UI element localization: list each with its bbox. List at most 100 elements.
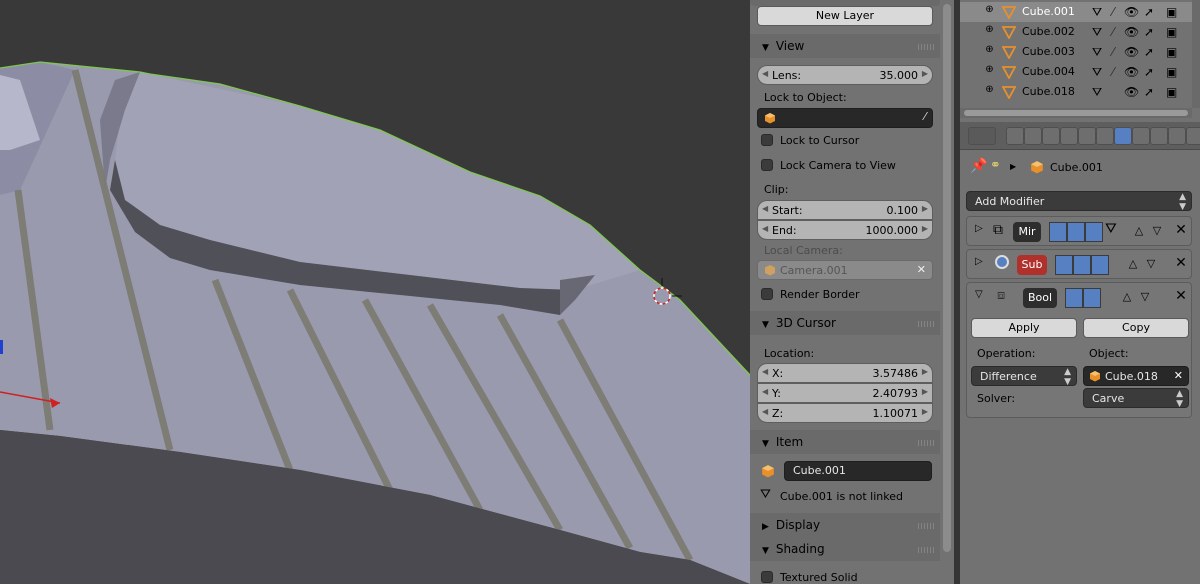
expand-plus-icon[interactable]: ⊕: [984, 45, 995, 56]
expand-arrow-icon[interactable]: ▷: [975, 256, 983, 267]
expand-plus-icon[interactable]: ⊕: [984, 25, 995, 36]
eye-icon[interactable]: 👁: [1124, 25, 1139, 39]
outliner-item[interactable]: ⊕ Cube.003 ⛛ ⁄ 👁 ➚ ▣: [960, 42, 1192, 62]
properties-editor[interactable]: 📌 ⚭ ▶ Cube.001 Add Modifier ▲ ▼ ▷ ⧉ Mir ⛛…: [960, 122, 1200, 584]
cursor-z-field[interactable]: ◀ Z: 1.10071 ▶: [757, 403, 933, 423]
outliner-vscrollbar[interactable]: [1192, 0, 1200, 108]
decrement-arrow-icon[interactable]: ◀: [762, 407, 768, 416]
select-arrow-icon[interactable]: ➚: [1144, 65, 1154, 79]
render-camera-icon[interactable]: ▣: [1166, 45, 1177, 59]
expand-arrow-icon[interactable]: ▷: [975, 223, 983, 234]
layers-tab-icon[interactable]: [1024, 127, 1042, 145]
viewport-toggle-icon[interactable]: [1073, 255, 1091, 275]
viewport-toggle-icon[interactable]: [1083, 288, 1101, 308]
eye-icon[interactable]: 👁: [1124, 45, 1139, 59]
render-camera-icon[interactable]: ▣: [1166, 5, 1177, 19]
render-tab-icon[interactable]: [1006, 127, 1024, 145]
render-toggle-icon[interactable]: [1049, 222, 1067, 242]
remove-modifier-icon[interactable]: ✕: [1173, 288, 1189, 306]
pin-icon[interactable]: 📌: [970, 158, 987, 174]
object-field[interactable]: Cube.018 ✕: [1083, 366, 1189, 386]
3d-cursor-section-header[interactable]: ▼ 3D Cursor: [750, 311, 940, 335]
render-camera-icon[interactable]: ▣: [1166, 65, 1177, 79]
world-tab-icon[interactable]: [1060, 127, 1078, 145]
render-toggle-icon[interactable]: [1055, 255, 1073, 275]
viewport-toggle-icon[interactable]: [1067, 222, 1085, 242]
increment-arrow-icon[interactable]: ▶: [922, 69, 928, 78]
modifier-name-field[interactable]: Bool: [1023, 288, 1057, 308]
decrement-arrow-icon[interactable]: ◀: [762, 204, 768, 213]
operation-dropdown[interactable]: Difference ▲ ▼: [971, 366, 1077, 387]
item-section-header[interactable]: ▼ Item: [750, 430, 940, 454]
cursor-x-field[interactable]: ◀ X: 3.57486 ▶: [757, 363, 933, 383]
eyedropper-icon[interactable]: ⁄: [924, 110, 926, 123]
render-camera-icon[interactable]: ▣: [1166, 85, 1177, 99]
outliner-item[interactable]: ⊕ Cube.001 ⛛ ⁄ 👁 ➚ ▣: [960, 2, 1192, 22]
3d-viewport[interactable]: [0, 0, 750, 584]
select-arrow-icon[interactable]: ➚: [1144, 5, 1154, 19]
select-arrow-icon[interactable]: ➚: [1144, 85, 1154, 99]
increment-arrow-icon[interactable]: ▶: [922, 204, 928, 213]
scrollbar-thumb[interactable]: [964, 110, 1188, 116]
editmode-toggle-icon[interactable]: [1085, 222, 1103, 242]
properties-sidebar[interactable]: New Layer ▼ View ◀ Lens: 35.000 ▶ Lock t…: [750, 0, 940, 584]
data-tab-icon[interactable]: [1132, 127, 1150, 145]
outliner-item[interactable]: ⊕ Cube.002 ⛛ ⁄ 👁 ➚ ▣: [960, 22, 1192, 42]
local-camera-field[interactable]: Camera.001 ✕: [757, 260, 933, 280]
texture-tab-icon[interactable]: [1168, 127, 1186, 145]
copy-button[interactable]: Copy: [1083, 318, 1189, 338]
modifier-panel-mirror[interactable]: ▷ ⧉ Mir ⛛ △ ▽ ✕: [966, 216, 1192, 246]
scene-tab-icon[interactable]: [1042, 127, 1060, 145]
clip-end-field[interactable]: ◀ End: 1000.000 ▶: [757, 220, 933, 240]
cage-toggle-icon[interactable]: ⛛: [1105, 221, 1117, 237]
eye-icon[interactable]: 👁: [1124, 65, 1139, 79]
lock-to-cursor-checkbox[interactable]: [761, 134, 773, 146]
cursor-y-field[interactable]: ◀ Y: 2.40793 ▶: [757, 383, 933, 403]
modifier-name-field[interactable]: Mir: [1013, 222, 1041, 242]
editor-type-icon[interactable]: [968, 127, 996, 145]
select-arrow-icon[interactable]: ➚: [1144, 25, 1154, 39]
collapse-arrow-icon[interactable]: ▽: [975, 289, 983, 300]
outliner-hscrollbar[interactable]: [960, 108, 1192, 118]
display-section-header[interactable]: ▶ Display: [750, 513, 940, 537]
move-up-icon[interactable]: △: [1119, 289, 1135, 305]
clear-x-icon[interactable]: ✕: [1174, 369, 1183, 382]
outliner[interactable]: ⊕ Cube.001 ⛛ ⁄ 👁 ➚ ▣ ⊕ Cube.002 ⛛ ⁄ 👁 ➚ …: [960, 0, 1200, 122]
lock-camera-to-view-checkbox[interactable]: [761, 159, 773, 171]
sidebar-scrollbar[interactable]: [940, 0, 954, 584]
drag-grip-icon[interactable]: [918, 44, 934, 50]
render-toggle-icon[interactable]: [1065, 288, 1083, 308]
render-border-checkbox[interactable]: [761, 288, 773, 300]
object-tab-icon[interactable]: [1078, 127, 1096, 145]
move-up-icon[interactable]: △: [1131, 223, 1147, 239]
modifier-name-field[interactable]: Sub: [1017, 255, 1047, 275]
particles-tab-icon[interactable]: [1186, 127, 1200, 145]
clip-start-field[interactable]: ◀ Start: 0.100 ▶: [757, 200, 933, 220]
modifier-panel-subsurf[interactable]: ▷ Sub △ ▽ ✕: [966, 249, 1192, 279]
increment-arrow-icon[interactable]: ▶: [922, 407, 928, 416]
modifier-panel-boolean[interactable]: ▽ ⧈ Bool △ ▽ ✕ Apply Copy Operation: Obj…: [966, 282, 1192, 418]
increment-arrow-icon[interactable]: ▶: [922, 224, 928, 233]
material-tab-icon[interactable]: [1150, 127, 1168, 145]
decrement-arrow-icon[interactable]: ◀: [762, 387, 768, 396]
clear-x-icon[interactable]: ✕: [917, 263, 926, 276]
drag-grip-icon[interactable]: [918, 440, 934, 446]
increment-arrow-icon[interactable]: ▶: [922, 387, 928, 396]
apply-button[interactable]: Apply: [971, 318, 1077, 338]
expand-plus-icon[interactable]: ⊕: [984, 65, 995, 76]
textured-solid-checkbox[interactable]: [761, 571, 773, 583]
drag-grip-icon[interactable]: [918, 547, 934, 553]
eye-icon[interactable]: 👁: [1124, 5, 1139, 19]
modifiers-tab-icon[interactable]: [1114, 127, 1132, 145]
drag-grip-icon[interactable]: [918, 321, 934, 327]
scrollbar-thumb[interactable]: [943, 4, 951, 552]
decrement-arrow-icon[interactable]: ◀: [762, 367, 768, 376]
lens-field[interactable]: ◀ Lens: 35.000 ▶: [757, 65, 933, 85]
shading-section-header[interactable]: ▼ Shading: [750, 537, 940, 561]
move-up-icon[interactable]: △: [1125, 256, 1141, 272]
render-camera-icon[interactable]: ▣: [1166, 25, 1177, 39]
move-down-icon[interactable]: ▽: [1149, 223, 1165, 239]
remove-modifier-icon[interactable]: ✕: [1173, 222, 1189, 240]
move-down-icon[interactable]: ▽: [1137, 289, 1153, 305]
decrement-arrow-icon[interactable]: ◀: [762, 224, 768, 233]
